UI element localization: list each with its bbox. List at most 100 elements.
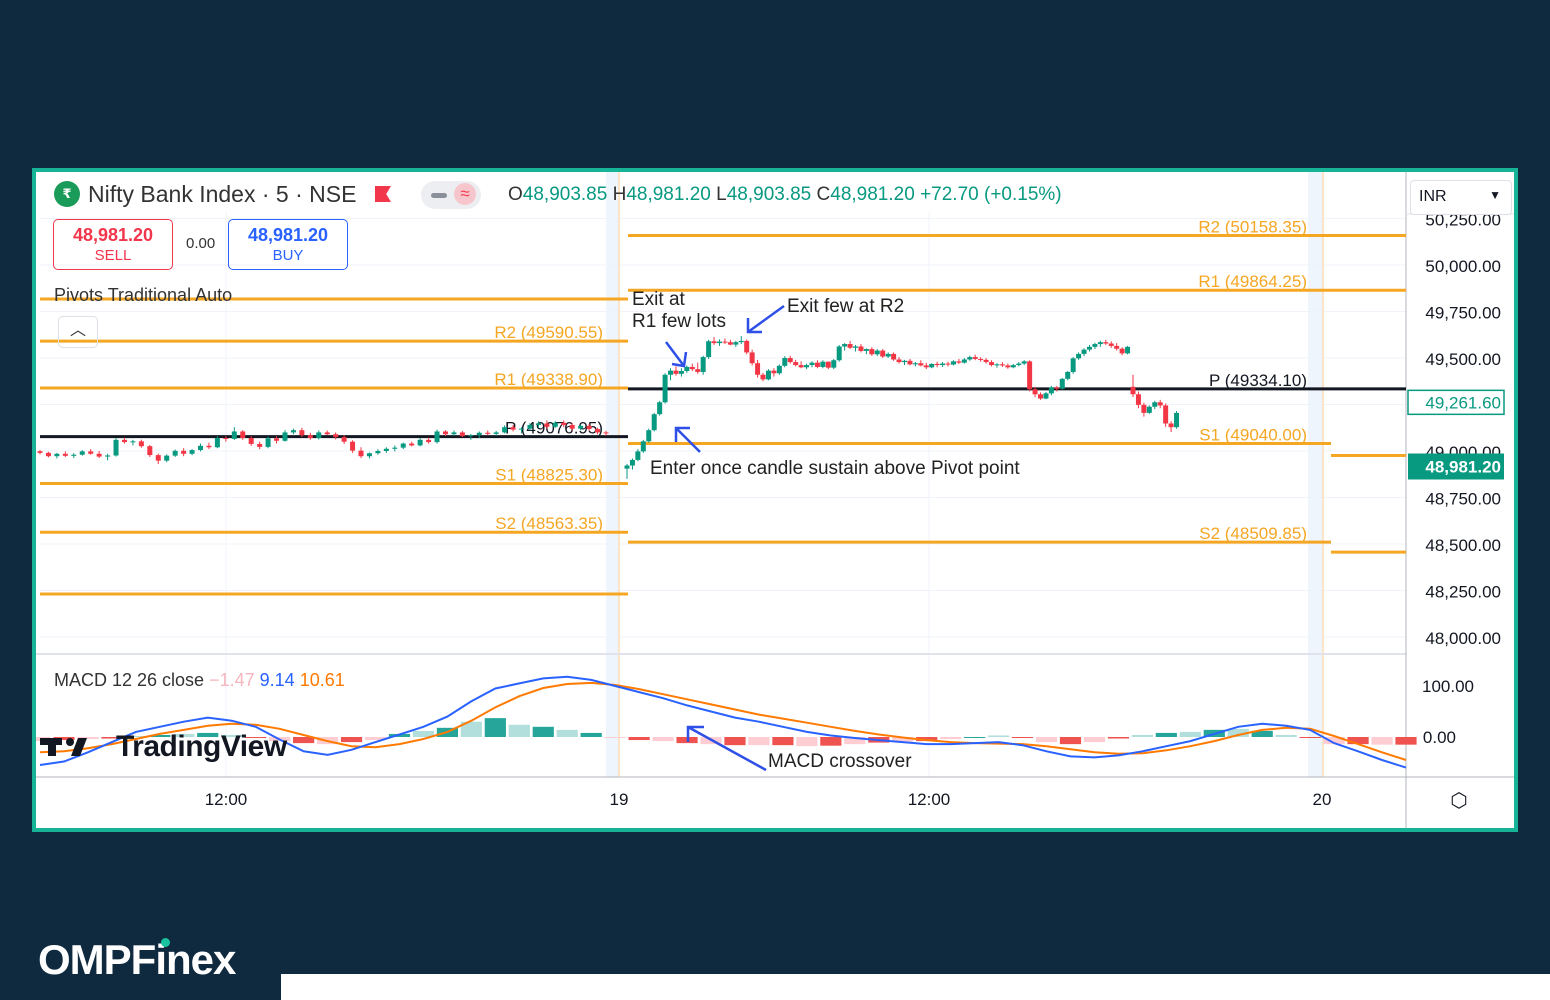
candle-body xyxy=(1103,342,1109,344)
candle-body xyxy=(640,441,646,452)
y-tick-label: 48,750.00 xyxy=(1425,490,1501,509)
candle-body xyxy=(333,434,339,438)
candle-body xyxy=(341,437,347,442)
pivot-label-s1: S1 (48825.30) xyxy=(495,465,603,484)
candle-body xyxy=(825,361,831,368)
candle-body xyxy=(1005,365,1011,368)
sell-button[interactable]: 48,981.20 SELL xyxy=(53,219,173,270)
candle-body xyxy=(552,422,558,427)
candle-body xyxy=(248,437,254,444)
candle-body xyxy=(366,453,372,457)
candle-body xyxy=(459,432,465,437)
pivots-indicator-name[interactable]: Pivots Traditional Auto xyxy=(54,285,232,306)
tradingview-wordmark: TradingView xyxy=(116,730,287,763)
candle-body xyxy=(510,427,516,430)
candle-body xyxy=(629,459,635,466)
candle-body xyxy=(1152,402,1158,407)
macd-line-value: 9.14 xyxy=(259,670,295,690)
candle-body xyxy=(989,362,995,366)
macd-histogram-bar xyxy=(748,737,770,746)
ohlc-readout: O48,903.85 H48,981.20 L48,903.85 C48,981… xyxy=(508,184,1062,206)
candle-body xyxy=(96,453,102,457)
spread-value: 0.00 xyxy=(186,235,216,252)
candle-body xyxy=(485,432,491,434)
candle-body xyxy=(722,341,728,343)
candle-body xyxy=(804,365,810,368)
candle-body xyxy=(290,430,296,433)
candle-body xyxy=(706,341,712,358)
currency-value: INR xyxy=(1419,188,1447,205)
macd-histogram-bar xyxy=(940,737,962,740)
candle-body xyxy=(651,414,657,431)
candle-body xyxy=(1032,389,1038,395)
candle-body xyxy=(121,439,127,443)
candle-body xyxy=(535,423,541,425)
y-tick-label: 48,000.00 xyxy=(1425,629,1501,648)
candle-body xyxy=(847,344,853,348)
y-tick-label: 48,250.00 xyxy=(1425,583,1501,602)
buy-button[interactable]: 48,981.20 BUY xyxy=(228,219,348,270)
settings-hex-icon[interactable]: ⬡ xyxy=(1446,788,1472,812)
candle-body xyxy=(155,455,161,461)
macd-histogram-bar xyxy=(1131,734,1153,737)
annotation-enter-pivot: Enter once candle sustain above Pivot po… xyxy=(650,458,1020,479)
candle-body xyxy=(527,424,533,429)
candle-body xyxy=(375,451,381,454)
symbol-title[interactable]: Nifty Bank Index · 5 · NSE xyxy=(88,181,356,208)
macd-histogram-bar xyxy=(1179,731,1201,737)
x-tick-label: 12:00 xyxy=(205,790,248,809)
currency-select[interactable]: INR ▼ xyxy=(1410,180,1512,215)
collapse-button[interactable]: ︿ xyxy=(58,316,98,348)
brand-dot-icon xyxy=(161,938,170,947)
candle-body xyxy=(945,363,951,365)
candle-body xyxy=(771,370,777,374)
candle-body xyxy=(1059,378,1065,389)
tradingview-logo-icon xyxy=(40,734,102,758)
candle-body xyxy=(755,363,761,375)
last-price-label: 49,261.60 xyxy=(1425,393,1501,412)
candle-body xyxy=(689,366,695,370)
macd-histogram-bar xyxy=(484,718,506,737)
candle-body xyxy=(147,446,153,456)
candle-body xyxy=(918,363,924,366)
candle-body xyxy=(831,360,837,368)
annotation-exit-r2: Exit few at R2 xyxy=(787,296,904,317)
candle-body xyxy=(198,445,204,451)
candle-body xyxy=(695,369,701,372)
candle-body xyxy=(1114,345,1120,349)
candle-body xyxy=(257,443,263,447)
indicator-toggle[interactable]: ≈ xyxy=(421,181,481,209)
candle-body xyxy=(138,441,144,447)
candle-body xyxy=(820,361,826,367)
brand-name-b: nex xyxy=(166,936,236,983)
macd-histogram-bar xyxy=(820,737,842,746)
pivot-label-r2: R2 (50158.35) xyxy=(1198,218,1307,237)
pivot-label-s2: S2 (48563.35) xyxy=(495,514,603,533)
candle-body xyxy=(400,443,406,448)
candle-body xyxy=(668,370,674,375)
candle-body xyxy=(842,344,848,347)
candle-body xyxy=(1125,346,1131,354)
macd-legend[interactable]: MACD 12 26 close −1.47 9.14 10.61 xyxy=(54,670,345,691)
candle-body xyxy=(1130,386,1136,395)
candle-body xyxy=(79,451,85,455)
annotation-exit-r1-line2: R1 few lots xyxy=(632,311,726,332)
candle-body xyxy=(809,362,815,366)
candle-body xyxy=(1097,342,1103,345)
macd-histogram-bar xyxy=(1275,734,1297,737)
candle-body xyxy=(265,438,271,447)
arrow-exit-r2 xyxy=(746,304,785,334)
candle-body xyxy=(282,432,288,441)
macd-histogram-bar xyxy=(772,737,794,746)
candle-body xyxy=(1135,394,1141,405)
macd-histogram-bar xyxy=(1035,737,1058,743)
candle-body xyxy=(874,350,880,355)
candle-body xyxy=(1076,353,1082,359)
candle-body xyxy=(711,341,717,344)
macd-histogram-bar xyxy=(964,737,986,738)
macd-histogram-bar xyxy=(987,735,1010,737)
macd-histogram-bar xyxy=(1155,732,1177,737)
macd-histogram-bar xyxy=(1011,737,1034,739)
macd-histogram-bar xyxy=(1299,737,1321,739)
candle-body xyxy=(189,450,195,454)
